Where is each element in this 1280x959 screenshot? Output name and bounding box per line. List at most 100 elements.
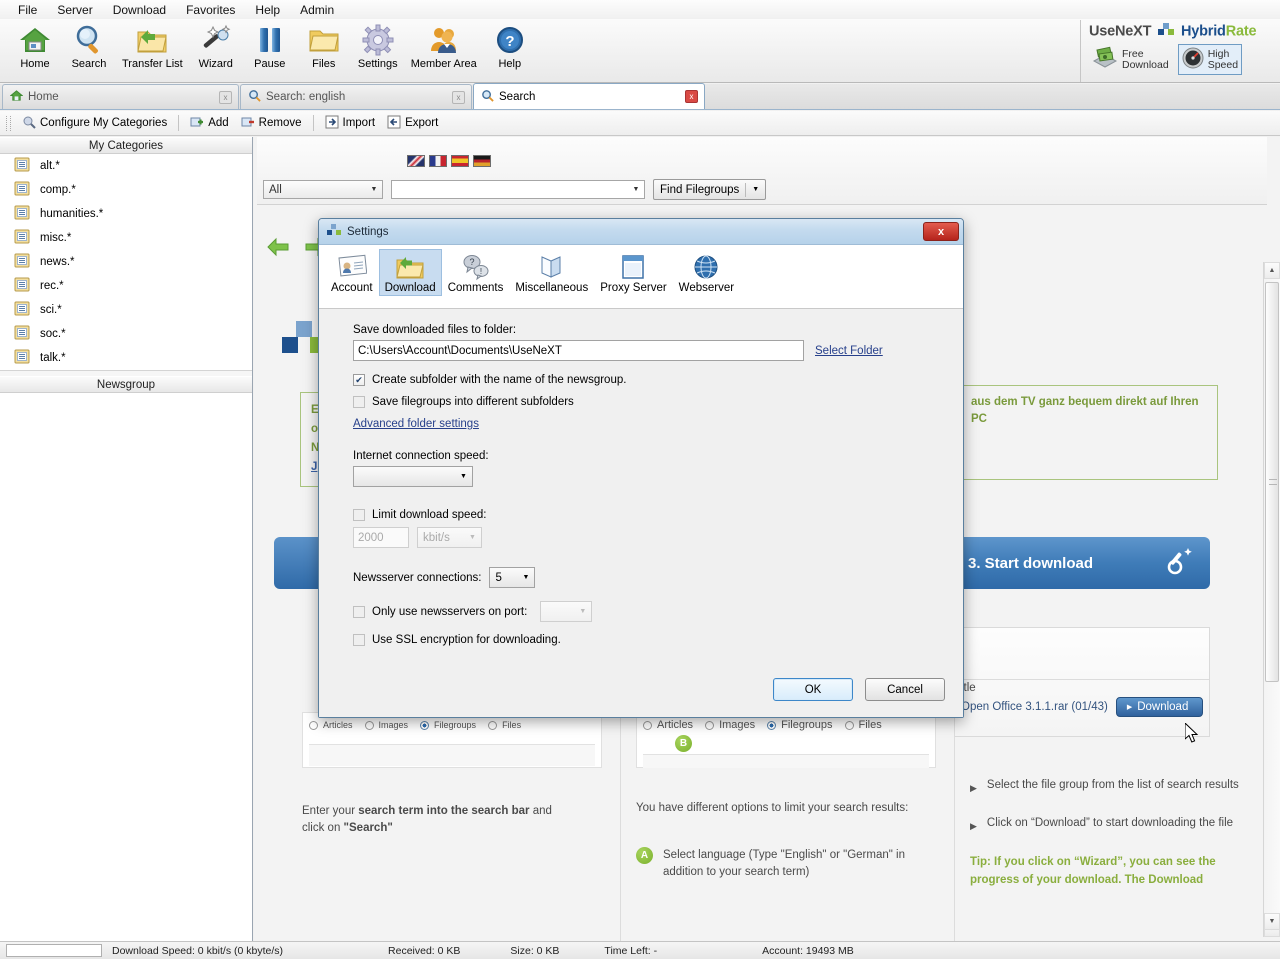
toolbar-grip[interactable]: [6, 115, 11, 131]
scroll-up-arrow[interactable]: ▲: [1264, 262, 1280, 279]
tab-comments[interactable]: ? ! Comments: [442, 249, 510, 296]
table-row[interactable]: Open Office 3.1.1.rar (01/43) ▶ Download: [955, 694, 1209, 717]
radio-files[interactable]: Files: [844, 717, 882, 734]
scroll-down-arrow[interactable]: ▼: [1264, 913, 1280, 930]
help-column-1: Articles Images Filegroups Files Enter y…: [302, 712, 602, 837]
save-filegroups-row[interactable]: Save filegroups into different subfolder…: [353, 396, 939, 408]
search-input[interactable]: ▼: [391, 180, 645, 199]
limit-download-speed-checkbox[interactable]: [353, 509, 365, 521]
back-arrow-icon[interactable]: [266, 237, 290, 257]
flag-de-icon[interactable]: [473, 155, 491, 167]
chevron-down-icon: ▼: [370, 186, 378, 193]
cancel-button[interactable]: Cancel: [865, 678, 945, 701]
configure-categories-button[interactable]: Configure My Categories: [17, 114, 172, 133]
tab-webserver[interactable]: Webserver: [673, 249, 740, 296]
toolbar-button-files[interactable]: Files: [297, 21, 351, 70]
menu-item-help[interactable]: Help: [245, 1, 290, 19]
import-button[interactable]: Import: [320, 114, 381, 133]
advanced-folder-settings-link[interactable]: Advanced folder settings: [353, 418, 479, 430]
tab-home[interactable]: Home x: [2, 84, 239, 109]
tab-home-close-icon[interactable]: x: [219, 90, 232, 104]
radio-images[interactable]: Images: [705, 717, 755, 734]
only-use-port-checkbox[interactable]: [353, 605, 365, 618]
toolbar-button-wizard[interactable]: Wizard: [189, 21, 243, 70]
save-folder-input[interactable]: C:\Users\Account\Documents\UseNeXT: [353, 340, 804, 361]
radio-images[interactable]: Images: [364, 717, 408, 734]
export-button[interactable]: Export: [382, 114, 443, 133]
radio-filegroups[interactable]: Filegroups: [767, 717, 833, 734]
sidebar-item-talk[interactable]: talk.*: [0, 346, 252, 370]
select-folder-link[interactable]: Select Folder: [815, 345, 883, 357]
toolbar-button-help[interactable]: ? Help: [483, 21, 537, 70]
toolbar-button-pause[interactable]: Pause: [243, 21, 297, 70]
save-folder-value: C:\Users\Account\Documents\UseNeXT: [358, 344, 562, 357]
sidebar-item-alt[interactable]: alt.*: [0, 154, 252, 178]
create-subfolder-checkbox[interactable]: ✔: [353, 374, 365, 386]
menu-item-admin[interactable]: Admin: [290, 1, 344, 19]
toolbar-button-member-area[interactable]: Member Area: [405, 21, 483, 70]
sidebar-item-news[interactable]: news.*: [0, 250, 252, 274]
remove-button[interactable]: Remove: [236, 114, 307, 133]
sidebar-item-soc[interactable]: soc.*: [0, 322, 252, 346]
port-select[interactable]: ▼: [540, 601, 593, 622]
sidebar-item-humanities[interactable]: humanities.*: [0, 202, 252, 226]
scrollbar-thumb[interactable]: [1265, 282, 1279, 682]
toolbar-label-search: Search: [71, 58, 107, 70]
sidebar-item-sci[interactable]: sci.*: [0, 298, 252, 322]
tab-search[interactable]: Search x: [473, 83, 705, 109]
search-scope-select[interactable]: All ▼: [263, 180, 383, 199]
flag-fr-icon[interactable]: [429, 155, 447, 167]
flag-es-icon[interactable]: [451, 155, 469, 167]
toolbar-button-search[interactable]: Search: [62, 21, 116, 70]
tab-miscellaneous[interactable]: Miscellaneous: [509, 249, 594, 296]
help-panel-1-body: [309, 744, 595, 766]
high-speed-option[interactable]: High Speed: [1177, 44, 1243, 75]
window-scrollbar[interactable]: ▲ ▼: [1263, 262, 1280, 930]
help-item-1-text: Select the file group from the list of s…: [986, 779, 1239, 791]
newsgroup-list[interactable]: [0, 393, 252, 943]
close-icon[interactable]: x: [923, 222, 959, 241]
download-button[interactable]: ▶ Download: [1115, 697, 1204, 717]
sidebar-item-rec[interactable]: rec.*: [0, 274, 252, 298]
dialog-title-bar[interactable]: Settings x: [319, 219, 963, 245]
chevron-down-icon[interactable]: ▼: [752, 186, 759, 193]
limit-speed-input[interactable]: 2000: [353, 527, 409, 548]
tab-search-english[interactable]: Search: english x: [240, 84, 472, 109]
add-button[interactable]: Add: [185, 114, 233, 133]
radio-articles[interactable]: Articles: [309, 717, 353, 734]
sidebar-item-misc[interactable]: misc.*: [0, 226, 252, 250]
connection-speed-select[interactable]: ▼: [353, 466, 473, 487]
free-download-option[interactable]: Free Download: [1089, 44, 1172, 75]
menu-item-favorites[interactable]: Favorites: [176, 1, 245, 19]
create-subfolder-row[interactable]: ✔ Create subfolder with the name of the …: [353, 374, 939, 386]
tab-search-english-close-icon[interactable]: x: [452, 90, 465, 104]
status-received: Received: 0 KB: [388, 944, 461, 957]
newsserver-connections-select[interactable]: 5 ▼: [489, 567, 536, 588]
radio-articles[interactable]: Articles: [643, 717, 693, 734]
tab-proxy-server[interactable]: Proxy Server: [594, 249, 672, 296]
tab-search-close-icon[interactable]: x: [685, 90, 698, 103]
ssl-row[interactable]: Use SSL encryption for downloading.: [353, 634, 939, 646]
ssl-encryption-checkbox[interactable]: [353, 634, 365, 646]
limit-speed-unit-select[interactable]: kbit/s ▼: [417, 527, 482, 548]
results-column-title: itle: [961, 682, 976, 694]
radio-files[interactable]: Files: [488, 717, 521, 734]
sidebar-item-comp[interactable]: comp.*: [0, 178, 252, 202]
tab-account[interactable]: Account: [325, 249, 379, 296]
tab-download[interactable]: Download: [378, 249, 442, 296]
step-3-start-download-button[interactable]: 3. Start download: [954, 537, 1210, 589]
toolbar-label-settings: Settings: [357, 58, 398, 70]
ok-button[interactable]: OK: [773, 678, 853, 701]
save-filegroups-checkbox[interactable]: [353, 396, 365, 408]
find-filegroups-button[interactable]: Find Filegroups ▼: [653, 179, 767, 200]
menu-item-file[interactable]: File: [8, 1, 47, 19]
toolbar-button-transfer-list[interactable]: Transfer List: [116, 21, 189, 70]
limit-download-speed-row[interactable]: Limit download speed:: [353, 509, 939, 521]
toolbar-button-home[interactable]: Home: [8, 21, 62, 70]
flag-uk-icon[interactable]: [407, 155, 425, 167]
radio-filegroups[interactable]: Filegroups: [420, 717, 476, 734]
menu-item-download[interactable]: Download: [103, 1, 176, 19]
toolbar-button-settings[interactable]: Settings: [351, 21, 405, 70]
menu-item-server[interactable]: Server: [47, 1, 102, 19]
port-row[interactable]: Only use newsservers on port: ▼: [353, 601, 939, 622]
